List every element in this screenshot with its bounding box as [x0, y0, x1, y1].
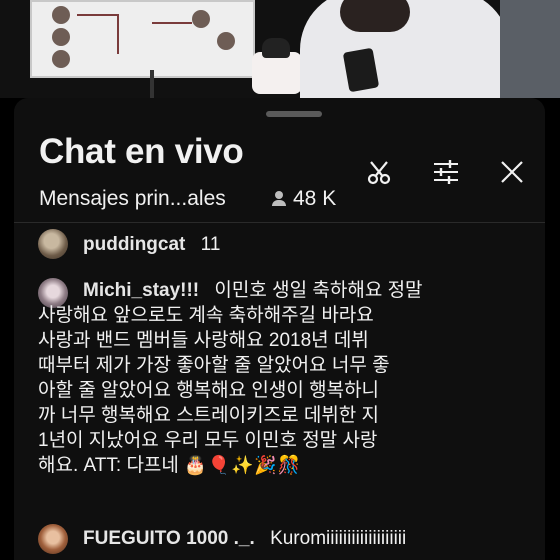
chat-mode-dropdown[interactable]: Mensajes prin...ales — [39, 187, 226, 211]
chat-title: Chat en vivo — [39, 132, 244, 171]
viewer-count-value: 48 K — [293, 187, 337, 210]
message-text-line: 이민호 생일 축하해요 정말 — [214, 280, 423, 301]
bracket-photo — [192, 10, 210, 28]
bracket-line — [152, 22, 192, 24]
video-player[interactable] — [0, 0, 560, 98]
message-text-line: 사랑과 밴드 멤버들 사랑해요 2018년 데뷔 — [38, 330, 369, 351]
drag-handle[interactable] — [266, 111, 322, 117]
message-author[interactable]: FUEGUITO 1000 ._. — [83, 528, 255, 549]
live-chat-panel: Chat en vivo Mensajes prin...ales 48 K p… — [14, 98, 545, 560]
close-icon[interactable] — [498, 158, 526, 186]
bracket-line — [77, 14, 117, 16]
person-icon — [272, 191, 286, 207]
viewer-count: 48 K — [272, 187, 336, 211]
scissors-icon[interactable] — [366, 158, 394, 186]
message-text-line: 까 너무 행복해요 스트레이키즈로 데뷔한 지 — [38, 405, 380, 426]
bracket-line — [117, 14, 119, 54]
message-text-line: 때부터 제가 가장 좋아할 줄 알았어요 너무 좋 — [38, 355, 390, 376]
video-bracket-board — [30, 0, 255, 78]
bracket-photo — [217, 32, 235, 50]
avatar[interactable] — [38, 524, 68, 554]
video-stand — [150, 70, 154, 98]
message-text-line: 사랑해요 앞으로도 계속 축하해주길 바라요 — [38, 305, 374, 326]
message-author[interactable]: puddingcat — [83, 234, 185, 255]
avatar[interactable] — [38, 229, 68, 259]
video-background — [500, 0, 560, 98]
bracket-photo — [52, 28, 70, 46]
message-text-line: 해요. ATT: 다프네 — [38, 455, 179, 476]
bracket-photo — [52, 50, 70, 68]
video-person-hair — [340, 0, 410, 32]
message-text-line: 1년이 지났어요 우리 모두 이민호 정말 사랑 — [38, 430, 378, 451]
message-text: Kuromiiiiiiiiiiiiiiiiiii — [270, 528, 407, 549]
bracket-photo — [52, 6, 70, 24]
sliders-icon[interactable] — [432, 158, 460, 186]
video-cake — [252, 38, 302, 94]
message-author[interactable]: Michi_stay!!! — [83, 280, 199, 301]
message-text: 11 — [200, 234, 221, 255]
message-emoji: 🎂🎈✨🎉🎊 — [184, 455, 302, 475]
message-text-line: 아할 줄 알았어요 행복해요 인생이 행복하니 — [38, 380, 380, 401]
header-divider — [14, 222, 545, 223]
